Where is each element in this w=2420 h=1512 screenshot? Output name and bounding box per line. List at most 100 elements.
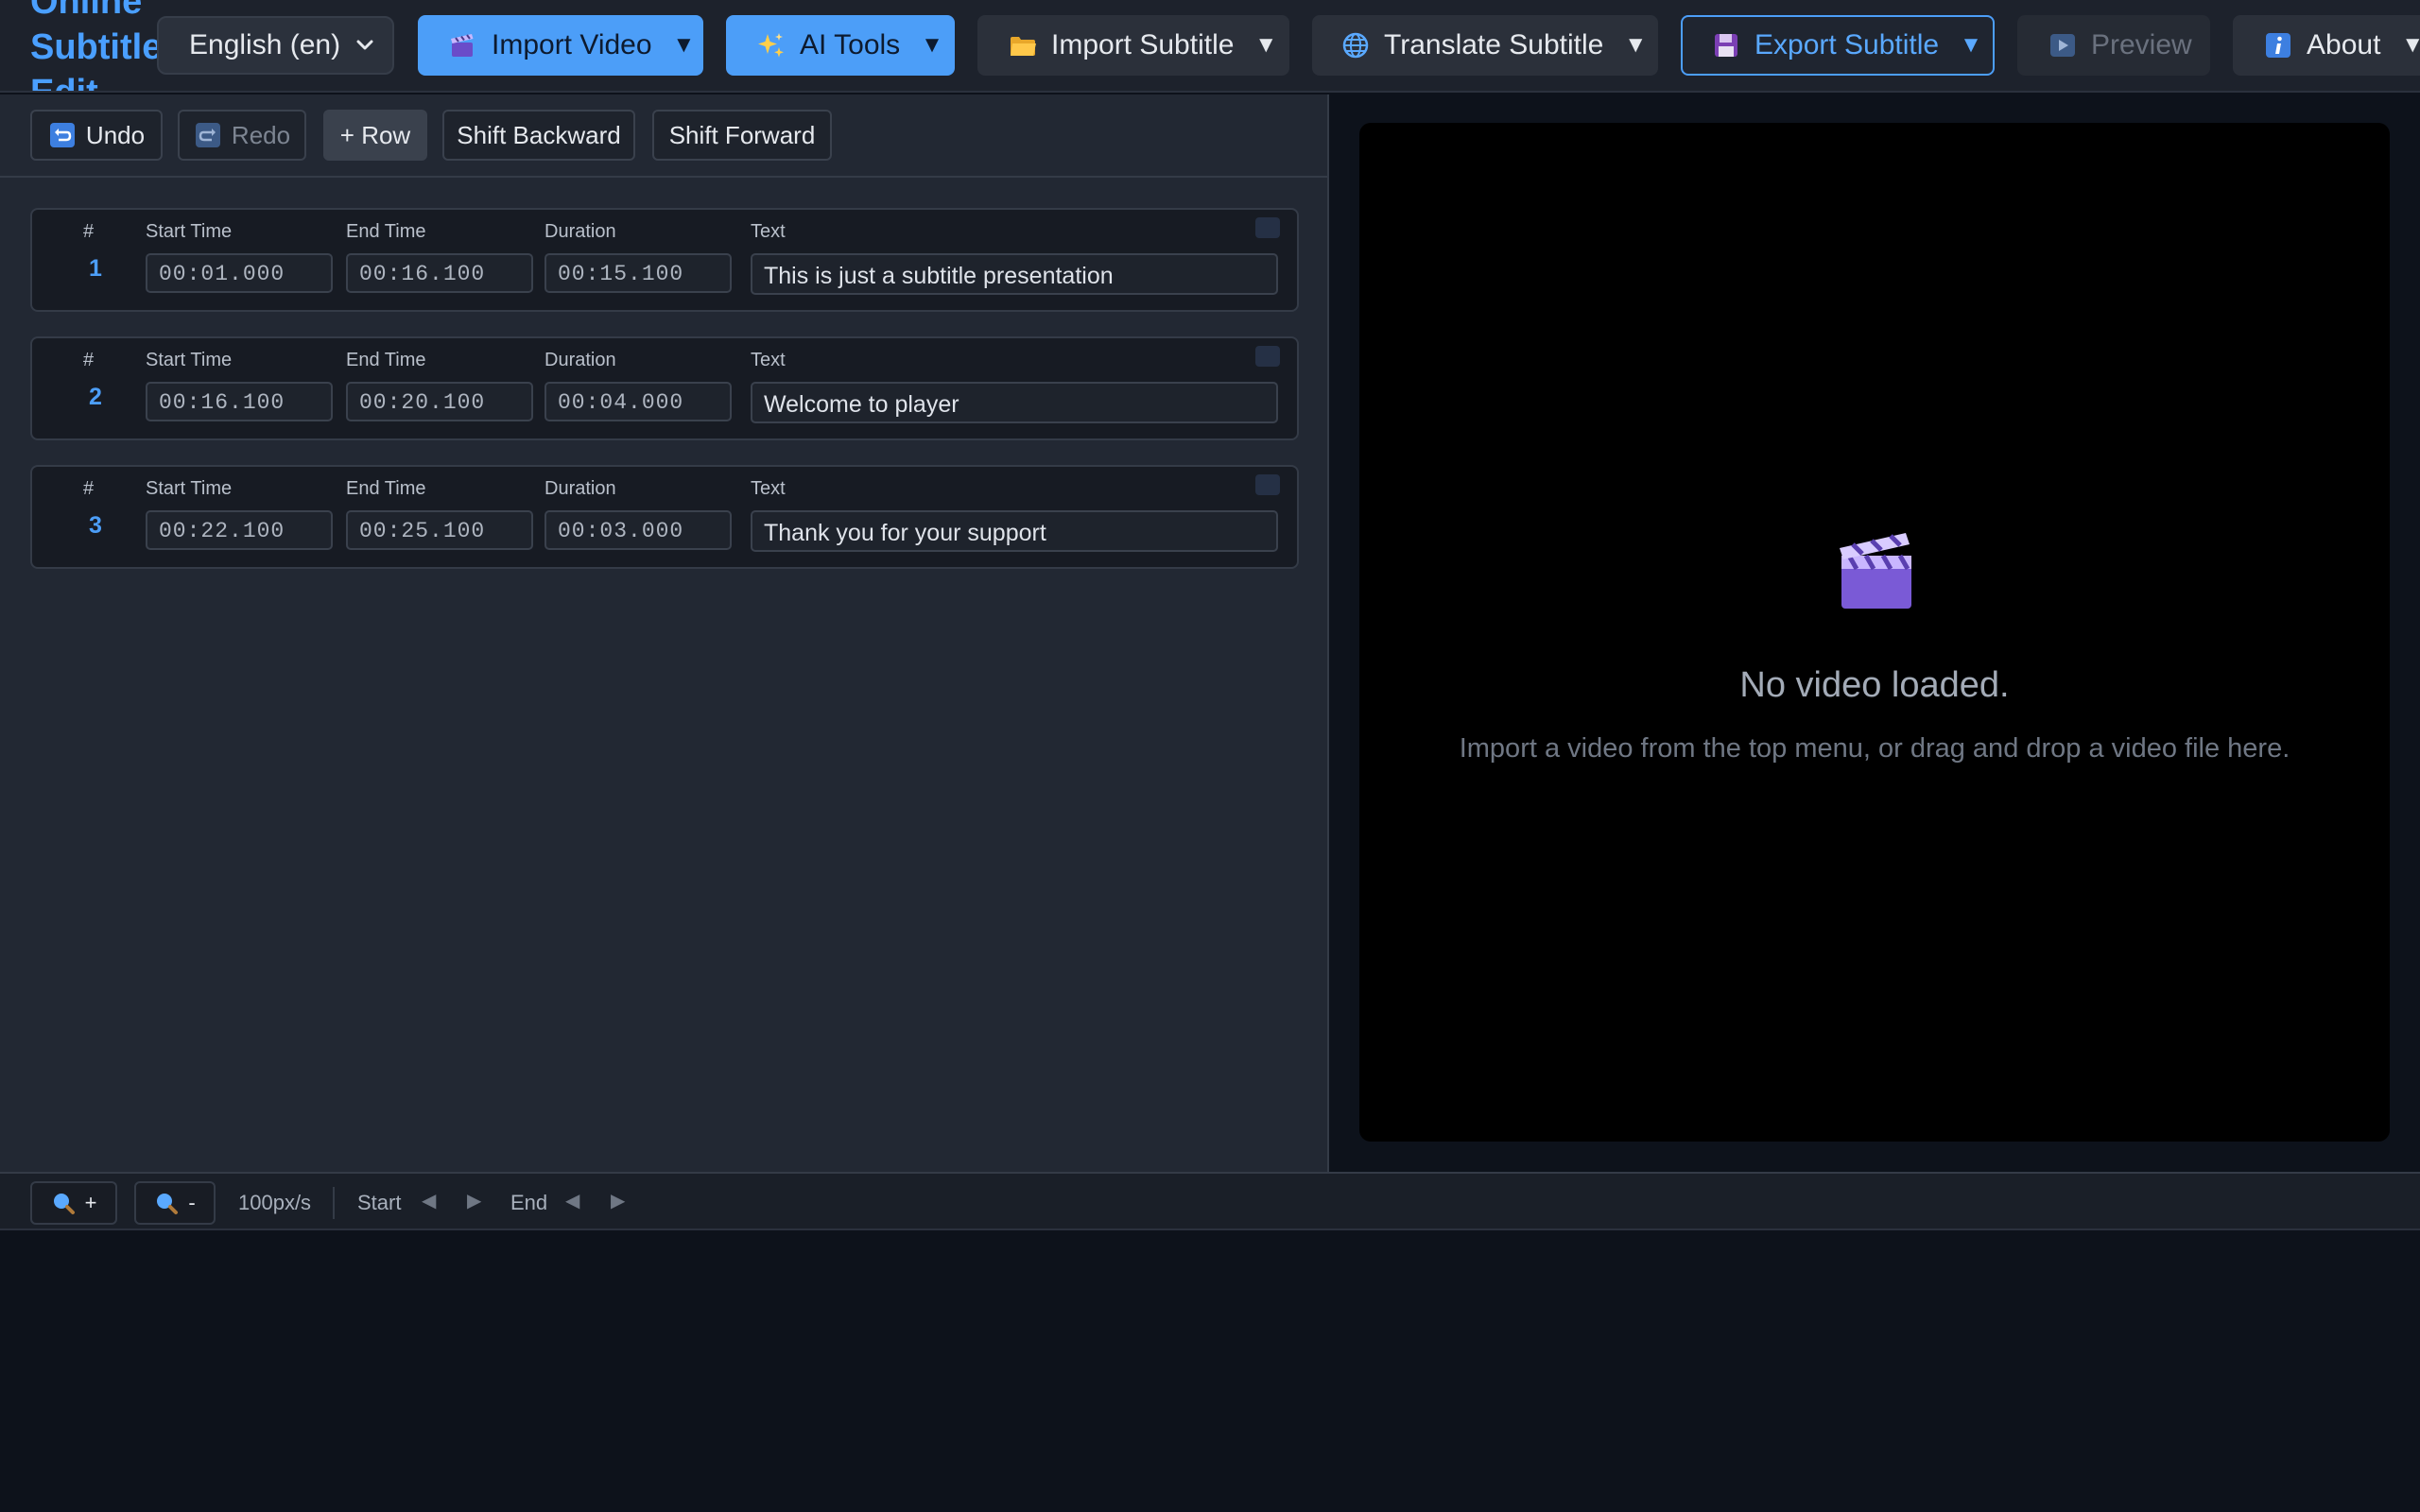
play-icon [2050, 34, 2075, 57]
start-time-input[interactable]: 00:16.100 [146, 382, 333, 421]
subtitle-text-input[interactable]: Thank you for your support [751, 510, 1278, 552]
chevron-down-icon [356, 40, 373, 50]
preview-label: Preview [2091, 29, 2192, 60]
text-label: Text [751, 350, 786, 370]
sparkles-icon [758, 33, 784, 58]
index-column-label: # [83, 478, 95, 499]
translate-subtitle-button[interactable]: Translate Subtitle ▼ [1312, 15, 1658, 76]
app-title-line-3: Edit [30, 73, 98, 93]
end-time-input[interactable]: 00:16.100 [346, 253, 533, 293]
app-title-line-2: Subtitle [30, 27, 163, 67]
row-index: 2 [89, 384, 102, 410]
subtitle-row[interactable]: # Start Time End Time Duration Text 1 00… [30, 208, 1299, 312]
import-subtitle-label: Import Subtitle [1051, 29, 1235, 60]
start-time-input[interactable]: 00:22.100 [146, 510, 333, 550]
subtitle-toolbar: Undo Redo + Row Shift Backward Shift For… [0, 94, 1327, 178]
row-index: 1 [89, 255, 102, 282]
ai-tools-label: AI Tools [800, 29, 901, 60]
add-row-button[interactable]: + Row [323, 110, 427, 161]
app-title: Online Subtitle Edit [30, 0, 172, 93]
timeline-track-area[interactable] [0, 1230, 2420, 1512]
import-video-caret: ▼ [672, 32, 696, 58]
start-time-label: Start Time [146, 221, 233, 242]
duration-input[interactable]: 00:04.000 [544, 382, 732, 421]
timeline-controls: + - 100px/s Start ◀ ▶ End ◀ ▶ [0, 1172, 2420, 1230]
zoom-out-button[interactable]: - [134, 1181, 216, 1225]
start-nav-label: Start [357, 1191, 402, 1214]
import-subtitle-button[interactable]: Import Subtitle ▼ [977, 15, 1289, 76]
shift-backward-button[interactable]: Shift Backward [442, 110, 635, 161]
export-subtitle-caret: ▼ [1960, 32, 1982, 58]
subtitle-text-input[interactable]: Welcome to player [751, 382, 1278, 423]
duration-label: Duration [544, 221, 616, 242]
undo-button[interactable]: Undo [30, 110, 163, 161]
start-time-label: Start Time [146, 350, 233, 370]
duration-input[interactable]: 00:15.100 [544, 253, 732, 293]
zoom-in-button[interactable]: + [30, 1181, 117, 1225]
subtitle-row[interactable]: # Start Time End Time Duration Text 3 00… [30, 465, 1299, 569]
end-time-label: End Time [346, 478, 426, 499]
magnifier-icon [53, 1194, 75, 1214]
globe-icon [1342, 32, 1369, 59]
duration-input[interactable]: 00:03.000 [544, 510, 732, 550]
video-empty-state: No video loaded. Import a video from the… [1359, 123, 2390, 1142]
index-column-label: # [83, 221, 95, 242]
folder-icon [1011, 37, 1036, 56]
zoom-out-label: - [188, 1191, 196, 1214]
translate-subtitle-caret: ▼ [1624, 32, 1648, 58]
duration-label: Duration [544, 478, 616, 499]
floppy-disk-icon [1715, 34, 1737, 57]
start-next-button[interactable]: ▶ [467, 1189, 481, 1212]
video-player-area[interactable]: No video loaded. Import a video from the… [1359, 123, 2390, 1142]
subtitle-editor-pane: Undo Redo + Row Shift Backward Shift For… [0, 94, 1329, 1172]
app-root: Online Subtitle Edit English (en) Import… [0, 0, 2420, 1512]
text-label: Text [751, 478, 786, 499]
no-video-hint: Import a video from the top menu, or dra… [1459, 733, 2290, 764]
end-time-label: End Time [346, 221, 426, 242]
zoom-in-label: + [84, 1191, 97, 1214]
undo-label: Undo [85, 120, 146, 149]
zoom-scale-readout: 100px/s [238, 1191, 312, 1214]
about-button[interactable]: About ▼ [2233, 15, 2420, 76]
redo-icon [195, 123, 220, 147]
end-nav-label: End [510, 1191, 548, 1214]
app-title-line-1: Online [30, 0, 143, 22]
about-label: About [2307, 29, 2381, 60]
undo-icon [49, 123, 75, 147]
about-caret: ▼ [2401, 32, 2420, 59]
end-prev-button[interactable]: ◀ [565, 1189, 579, 1212]
preview-button[interactable]: Preview [2017, 15, 2210, 76]
row-options-icon[interactable] [1255, 346, 1280, 367]
export-subtitle-button[interactable]: Export Subtitle ▼ [1681, 15, 1995, 76]
no-video-title: No video loaded. [1739, 665, 2010, 705]
info-icon [2266, 33, 2290, 58]
language-select-value: English (en) [189, 29, 341, 60]
shift-forward-button[interactable]: Shift Forward [652, 110, 832, 161]
translate-subtitle-label: Translate Subtitle [1384, 29, 1604, 60]
clapper-icon [1840, 533, 1911, 609]
text-label: Text [751, 221, 786, 242]
export-subtitle-label: Export Subtitle [1754, 29, 1940, 60]
subtitle-row[interactable]: # Start Time End Time Duration Text 2 00… [30, 336, 1299, 440]
start-prev-button[interactable]: ◀ [422, 1189, 436, 1212]
end-time-label: End Time [346, 350, 426, 370]
import-subtitle-caret: ▼ [1254, 32, 1278, 58]
clapper-icon [451, 34, 474, 57]
timeline-divider [333, 1187, 335, 1219]
redo-button[interactable]: Redo [178, 110, 306, 161]
ai-tools-caret: ▼ [921, 32, 943, 58]
end-time-input[interactable]: 00:20.100 [346, 382, 533, 421]
start-time-label: Start Time [146, 478, 233, 499]
subtitle-text-input[interactable]: This is just a subtitle presentation [751, 253, 1278, 295]
duration-label: Duration [544, 350, 616, 370]
start-time-input[interactable]: 00:01.000 [146, 253, 333, 293]
row-index: 3 [89, 512, 102, 539]
row-options-icon[interactable] [1255, 474, 1280, 495]
end-next-button[interactable]: ▶ [611, 1189, 625, 1212]
end-time-input[interactable]: 00:25.100 [346, 510, 533, 550]
import-video-label: Import Video [492, 29, 652, 60]
ai-tools-button[interactable]: AI Tools ▼ [726, 15, 955, 76]
row-options-icon[interactable] [1255, 217, 1280, 238]
language-select[interactable]: English (en) [157, 16, 394, 75]
import-video-button[interactable]: Import Video ▼ [418, 15, 703, 76]
